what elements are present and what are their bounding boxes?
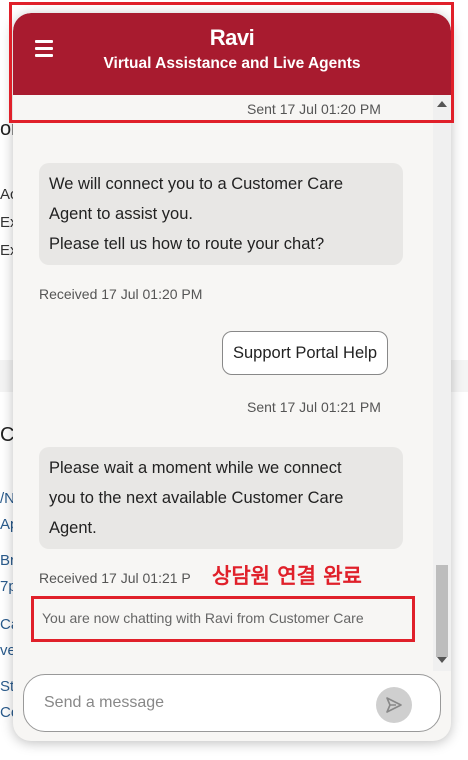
message-timestamp: Sent 17 Jul 01:20 PM [247, 101, 381, 117]
received-message: Please wait a moment while we connect yo… [39, 447, 403, 549]
message-line: Please wait a moment while we connect [49, 459, 342, 477]
message-scrollbar[interactable] [433, 95, 451, 671]
message-line: you to the next available Customer Care [49, 489, 344, 507]
chat-title: Ravi [209, 25, 255, 50]
chat-header: Ravi Virtual Assistance and Live Agents [13, 13, 451, 95]
scroll-up-arrow-icon[interactable] [437, 101, 447, 107]
scrollbar-thumb[interactable] [436, 565, 448, 657]
send-arrow-icon [386, 697, 402, 713]
message-line: Agent to assist you. [49, 205, 193, 223]
message-timestamp: Received 17 Jul 01:20 PM [39, 286, 203, 302]
system-message: You are now chatting with Ravi from Cust… [42, 610, 364, 626]
message-timestamp: Sent 17 Jul 01:21 PM [247, 399, 381, 415]
message-line: We will connect you to a Customer Care [49, 175, 344, 193]
send-button[interactable] [376, 687, 412, 723]
message-input[interactable] [42, 689, 366, 717]
sent-message: Support Portal Help [222, 331, 388, 375]
annotation-label: 상담원 연결 완료 [212, 564, 362, 588]
chat-subtitle: Virtual Assistance and Live Agents [103, 55, 361, 72]
message-line: Please tell us how to route your chat? [49, 235, 325, 253]
scroll-down-arrow-icon[interactable] [437, 657, 447, 663]
chat-window: Ravi Virtual Assistance and Live Agents … [13, 13, 451, 741]
received-message: We will connect you to a Customer Care A… [39, 163, 403, 265]
message-timestamp: Received 17 Jul 01:21 P [39, 570, 191, 586]
message-composer [23, 674, 441, 732]
message-line: Agent. [49, 519, 97, 537]
